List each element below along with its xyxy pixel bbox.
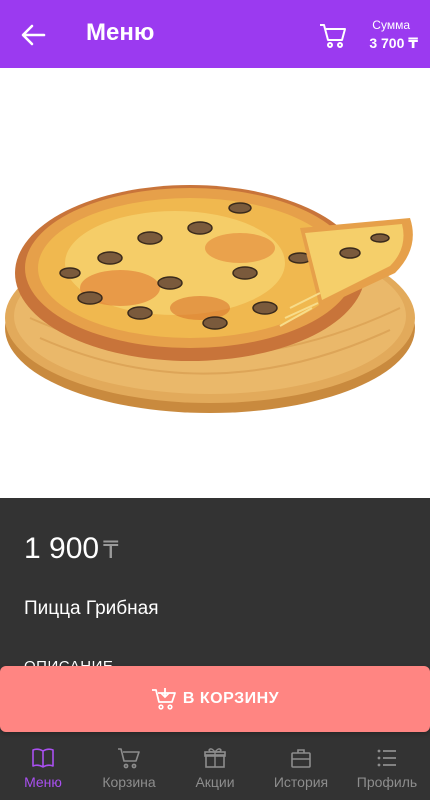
nav-label-promos: Акции	[195, 774, 235, 790]
price-currency: ₸	[103, 537, 119, 564]
nav-label-cart: Корзина	[102, 774, 156, 790]
book-icon	[31, 746, 55, 770]
back-arrow-icon[interactable]	[18, 20, 48, 50]
nav-label-menu: Меню	[24, 774, 62, 790]
cart-icon	[318, 22, 348, 50]
cart-sum-label: Сумма	[372, 18, 410, 32]
nav-item-profile[interactable]: Профиль	[344, 738, 430, 800]
bottom-nav: Меню Корзина Акции История Профиль	[0, 738, 430, 800]
cart-summary[interactable]: Сумма 3 700 ₸	[308, 16, 418, 56]
nav-item-promos[interactable]: Акции	[172, 738, 258, 800]
nav-item-history[interactable]: История	[258, 738, 344, 800]
briefcase-icon	[289, 746, 313, 770]
product-price: 1 900 ₸	[24, 532, 118, 566]
add-to-cart-label: В КОРЗИНУ	[182, 690, 280, 707]
nav-item-cart[interactable]: Корзина	[86, 738, 172, 800]
product-image	[0, 68, 430, 498]
app-bar: Меню Сумма 3 700 ₸	[0, 0, 430, 68]
cart-sum-value: 3 700 ₸	[369, 35, 418, 51]
gift-icon	[203, 746, 227, 770]
nav-label-profile: Профиль	[356, 774, 418, 790]
product-name: Пицца Грибная	[24, 598, 159, 619]
nav-label-history: История	[273, 774, 329, 790]
cart-add-icon	[151, 687, 177, 711]
nav-item-menu[interactable]: Меню	[0, 738, 86, 800]
price-value: 1 900	[24, 532, 100, 565]
pizza-photo	[5, 185, 415, 413]
add-to-cart-button[interactable]: В КОРЗИНУ	[0, 666, 430, 732]
cart-icon	[117, 746, 141, 770]
list-icon	[375, 746, 399, 770]
page-title: Меню	[86, 19, 155, 46]
